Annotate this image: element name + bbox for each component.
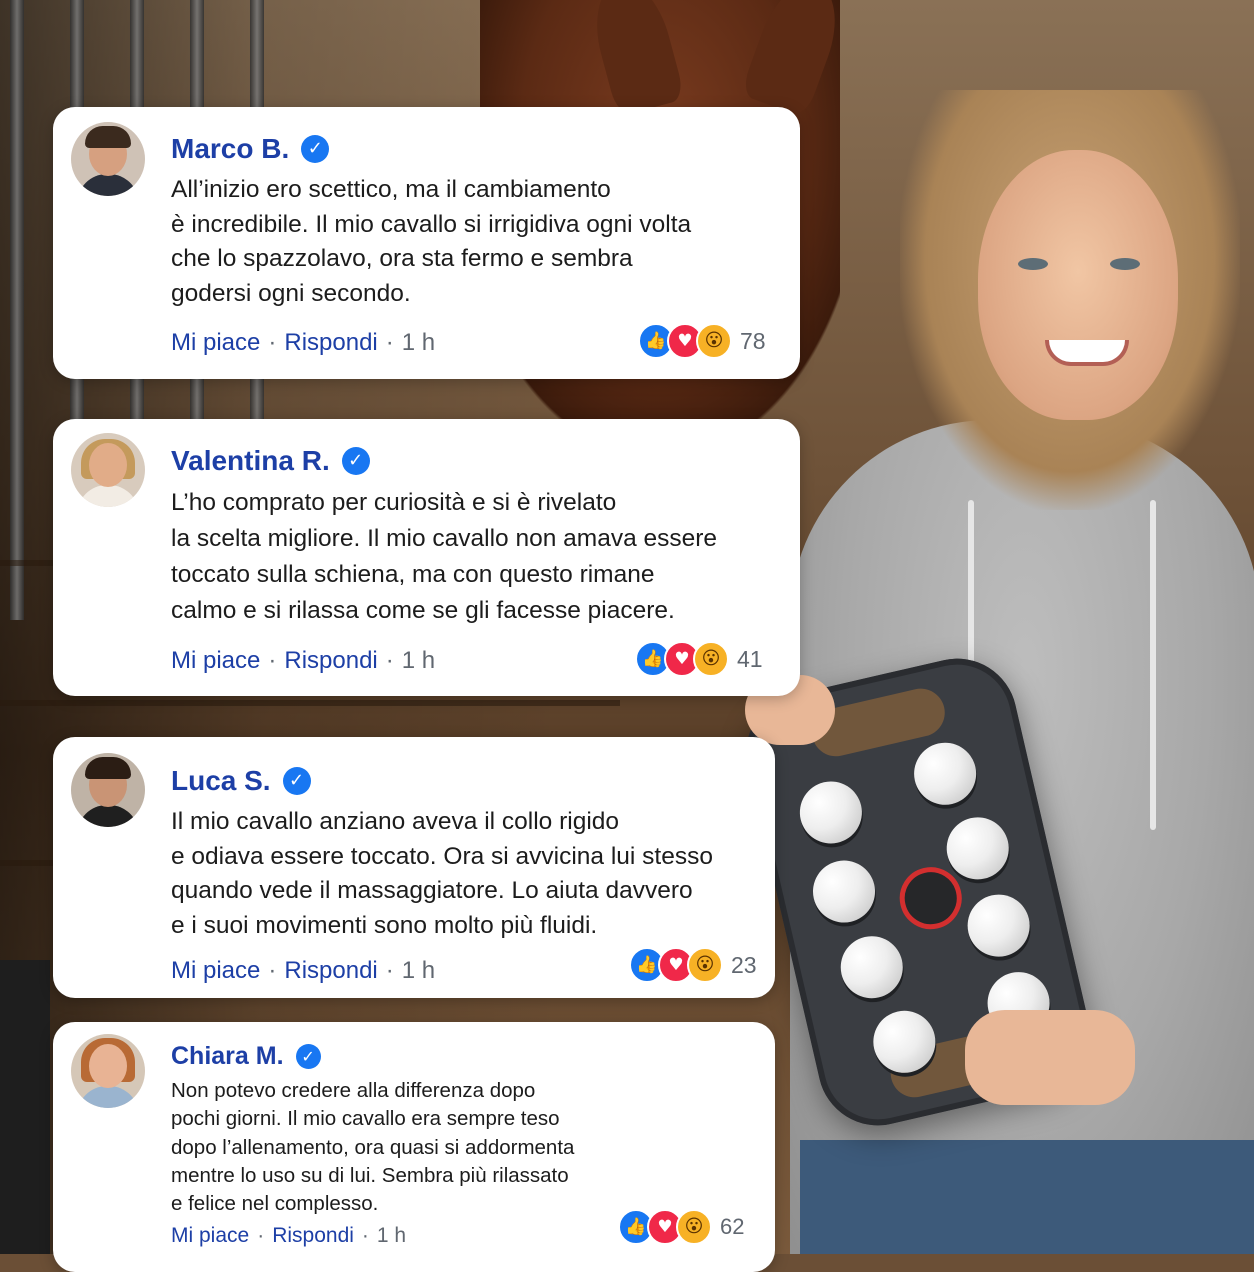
massage-ball	[806, 854, 882, 929]
timestamp: 1 h	[401, 329, 436, 356]
comment-actions: Mi piace · Rispondi · 1 h	[171, 329, 435, 357]
reactions-summary[interactable]: 👍 ♥ 😮 41	[635, 641, 763, 677]
commenter-name[interactable]: Luca S.	[171, 765, 271, 797]
like-button[interactable]: Mi piace	[171, 647, 260, 675]
comment-card: Chiara M. ✓ Non potevo credere alla diff…	[53, 1022, 775, 1272]
wow-reaction-icon: 😮	[696, 323, 732, 359]
comment-card: Marco B. ✓ All’inizio ero scettico, ma i…	[53, 107, 800, 379]
comment-card: Valentina R. ✓ L’ho comprato per curiosi…	[53, 419, 800, 696]
like-button[interactable]: Mi piace	[171, 1224, 249, 1248]
comment-text: Il mio cavallo anziano aveva il collo ri…	[171, 808, 713, 939]
timestamp: 1 h	[376, 1224, 407, 1247]
woman-eye	[1110, 258, 1140, 270]
reaction-count: 23	[731, 951, 757, 978]
reply-button[interactable]: Rispondi	[284, 647, 377, 675]
wood-plank	[0, 700, 620, 706]
avatar[interactable]	[71, 122, 145, 196]
separator: ·	[257, 1224, 265, 1247]
like-button[interactable]: Mi piace	[171, 957, 260, 985]
separator: ·	[361, 1224, 369, 1247]
wow-reaction-icon: 😮	[693, 641, 729, 677]
massage-ball	[834, 930, 909, 1005]
massage-ball	[961, 888, 1036, 963]
reaction-count: 78	[740, 327, 766, 354]
reply-button[interactable]: Rispondi	[272, 1224, 354, 1248]
separator: ·	[268, 329, 277, 356]
comment-text: L’ho comprato per curiosità e si è rivel…	[171, 489, 718, 624]
reply-button[interactable]: Rispondi	[284, 329, 377, 357]
commenter-name[interactable]: Marco B.	[171, 133, 289, 165]
reaction-count: 62	[720, 1214, 745, 1239]
like-button[interactable]: Mi piace	[171, 329, 260, 357]
avatar[interactable]	[71, 433, 145, 507]
comment-actions: Mi piace · Rispondi · 1 h	[171, 957, 435, 985]
commenter-name[interactable]: Valentina R.	[171, 445, 330, 477]
comment-actions: Mi piace · Rispondi · 1 h	[171, 647, 435, 675]
verified-badge-icon: ✓	[341, 447, 370, 475]
comment-header: Valentina R. ✓	[171, 445, 370, 477]
dark-edge	[0, 960, 50, 1254]
hoodie-string	[1150, 500, 1156, 830]
separator: ·	[268, 957, 277, 984]
commenter-name[interactable]: Chiara M.	[171, 1042, 284, 1071]
wow-reaction-icon: 😮	[687, 947, 723, 983]
comment-header: Marco B. ✓	[171, 133, 330, 165]
separator: ·	[385, 329, 394, 356]
massage-ball	[793, 775, 869, 850]
verified-badge-icon: ✓	[301, 135, 330, 163]
reaction-count: 41	[737, 645, 763, 672]
separator: ·	[385, 647, 394, 674]
comment-actions: Mi piace · Rispondi · 1 h	[171, 1224, 406, 1248]
massage-ball	[907, 736, 983, 811]
woman-eye	[1018, 258, 1048, 270]
avatar[interactable]	[71, 1034, 145, 1108]
comment-card: Luca S. ✓ Il mio cavallo anziano aveva i…	[53, 737, 775, 998]
woman-face	[978, 150, 1178, 420]
comment-header: Luca S. ✓	[171, 765, 311, 797]
timestamp: 1 h	[401, 647, 436, 674]
wow-reaction-icon: 😮	[676, 1209, 712, 1245]
woman-smile	[1045, 340, 1129, 366]
comment-text: Non potevo credere alla differenza dopo …	[171, 1079, 575, 1216]
woman-hand	[965, 1010, 1135, 1105]
separator: ·	[385, 957, 394, 984]
verified-badge-icon: ✓	[282, 767, 311, 795]
reply-button[interactable]: Rispondi	[284, 957, 377, 985]
avatar[interactable]	[71, 753, 145, 827]
reactions-summary[interactable]: 👍 ♥ 😮 62	[618, 1209, 744, 1245]
comment-header: Chiara M. ✓	[171, 1042, 321, 1071]
stall-bar	[10, 0, 24, 620]
separator: ·	[268, 647, 277, 674]
verified-badge-icon: ✓	[295, 1044, 321, 1069]
timestamp: 1 h	[401, 957, 436, 984]
comment-text: All’inizio ero scettico, ma il cambiamen…	[171, 176, 692, 307]
woman-jeans	[800, 1140, 1254, 1254]
reactions-summary[interactable]: 👍 ♥ 😮 23	[629, 947, 757, 983]
reactions-summary[interactable]: 👍 ♥ 😮 78	[638, 323, 766, 359]
